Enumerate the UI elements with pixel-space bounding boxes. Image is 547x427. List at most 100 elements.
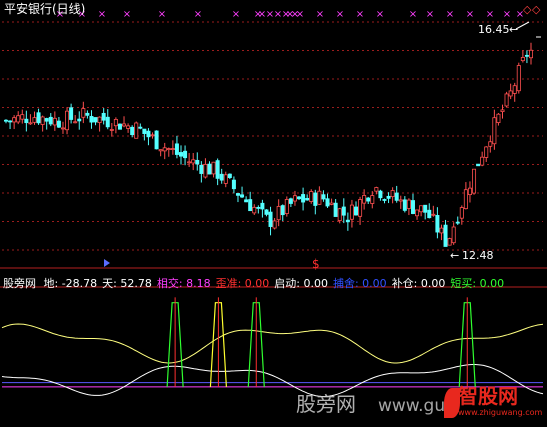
cross-marker: × <box>426 9 434 20</box>
candle-body <box>341 206 346 216</box>
candle-body <box>248 199 253 212</box>
candle-body <box>231 179 236 190</box>
candle-body <box>451 226 456 244</box>
candle-body <box>467 187 472 196</box>
candle-body <box>215 160 220 179</box>
candle-body <box>508 90 513 97</box>
candle-body <box>138 126 143 129</box>
low-arrow: ← <box>450 249 460 262</box>
candle-body <box>496 113 501 124</box>
candle-body <box>280 205 285 216</box>
candle-body <box>524 54 529 57</box>
cross-marker: × <box>446 9 454 20</box>
candle-body <box>488 141 493 147</box>
candle-body <box>56 120 61 128</box>
candle-body <box>268 211 273 227</box>
candle-body <box>162 147 167 152</box>
candle-body <box>362 195 367 204</box>
candle-body <box>32 117 37 123</box>
candle-body <box>288 198 293 204</box>
candle-body <box>256 207 261 209</box>
readout-3: 歪准: 0.00 <box>215 277 270 290</box>
buy-flag-icon <box>104 259 110 267</box>
candle-body <box>415 209 420 217</box>
candle-body <box>12 117 17 123</box>
candle-body <box>73 121 78 124</box>
indicator-name: 股旁网 <box>3 277 36 290</box>
diamond-marker: ◇ <box>523 3 532 16</box>
candle-body <box>520 57 525 62</box>
high-price-label: 16.45 <box>478 23 510 36</box>
upper-grid <box>0 21 547 288</box>
candle-body <box>463 189 468 210</box>
candle-body <box>170 148 175 150</box>
candle-body <box>431 213 436 216</box>
watermark-logo: 智股网 www.zhiguwang.com <box>444 382 544 426</box>
candle-body <box>292 195 297 202</box>
candle-body <box>146 130 151 138</box>
cross-marker: × <box>503 9 511 20</box>
candle-body <box>459 207 464 219</box>
candle-body <box>117 123 122 130</box>
candle-body <box>492 117 497 145</box>
cross-marker: × <box>486 9 494 20</box>
candle-body <box>419 205 424 213</box>
high-arrow: ← <box>509 23 519 36</box>
readout-6: 补仓: 0.00 <box>391 277 446 290</box>
candle-body <box>329 202 334 205</box>
candle-body <box>52 117 57 126</box>
candle-body <box>313 192 318 206</box>
chart-canvas: × × × × × × × ×× × × ×××× × × × × × × × × × × × <box>0 9 547 398</box>
candle-body <box>183 150 188 159</box>
candle-body <box>264 209 269 215</box>
candle-body <box>4 119 9 122</box>
candle-body <box>443 224 448 247</box>
candle-body <box>154 130 159 150</box>
candle-body <box>410 200 415 214</box>
candle-body <box>126 125 131 129</box>
candle-body <box>439 227 444 234</box>
candle-body <box>97 116 102 123</box>
candle-body <box>297 196 302 200</box>
candle-body <box>337 208 342 221</box>
candle-body <box>353 206 358 216</box>
candle-body <box>166 148 171 150</box>
cross-marker: × <box>356 9 364 20</box>
candle-body <box>427 209 432 219</box>
readout-1: 天: 52.78 <box>102 277 152 290</box>
readout-4: 启动: 0.00 <box>274 277 328 290</box>
diamond-marker-2: ◇ <box>532 3 541 16</box>
candle-body <box>211 161 216 175</box>
cross-marker: × <box>123 9 131 20</box>
candle-body <box>435 215 440 233</box>
candle-body <box>345 219 350 223</box>
candle-body <box>260 202 265 210</box>
candle-body <box>40 116 45 125</box>
candle-body <box>382 199 387 201</box>
candle-body <box>366 197 371 202</box>
cross-marker: × <box>158 9 166 20</box>
logo-text: 智股网 <box>458 384 518 408</box>
candle-body <box>447 238 452 246</box>
candle-body <box>321 194 326 200</box>
candle-body <box>390 190 395 198</box>
candle-body <box>48 116 53 125</box>
candle-body <box>187 161 192 164</box>
candle-body <box>16 115 21 123</box>
candle-body <box>455 221 460 224</box>
candle-body <box>398 199 403 202</box>
low-price-label: 12.48 <box>462 249 494 262</box>
candle-body <box>516 65 521 92</box>
candle-body <box>309 191 314 202</box>
candle-body <box>370 195 375 204</box>
candle-body <box>374 187 379 192</box>
candle-body <box>93 117 98 123</box>
candle-body <box>423 204 428 213</box>
readout-7: 短买: 0.00 <box>450 277 505 290</box>
cross-marker: × <box>316 9 324 20</box>
candle-body <box>378 190 383 199</box>
candle-body <box>191 159 196 164</box>
cross-marker: × <box>336 9 344 20</box>
candle-body <box>406 199 411 209</box>
candle-body <box>235 193 240 196</box>
